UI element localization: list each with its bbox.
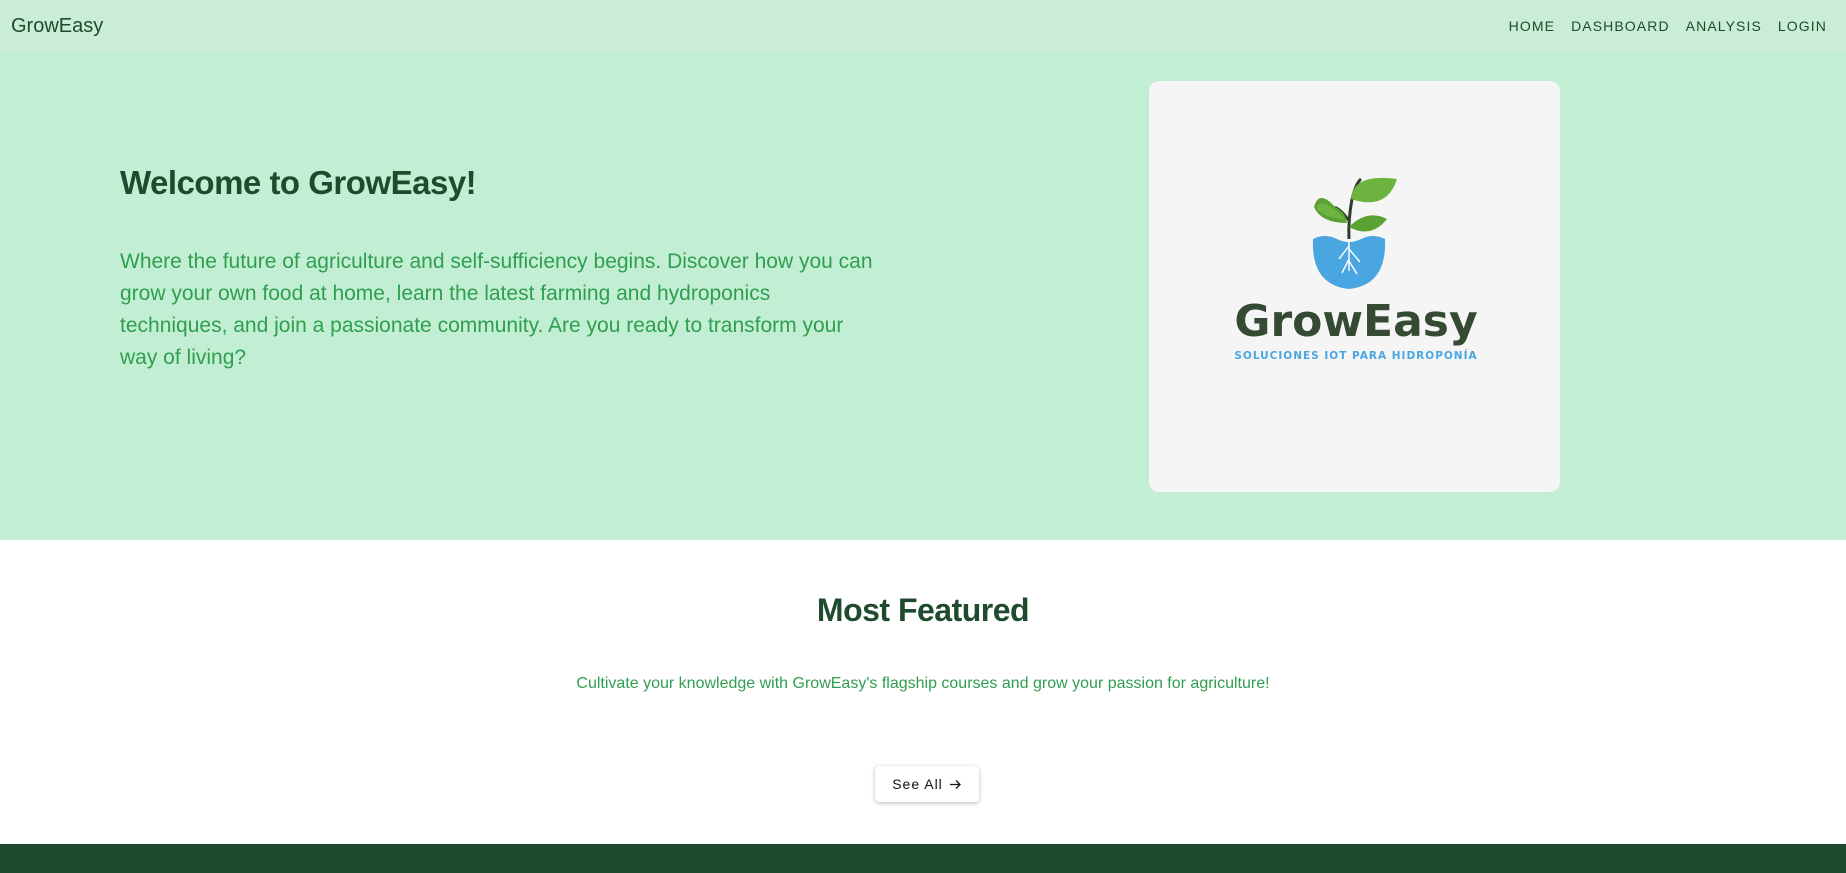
logo-tagline: SOLUCIONES IOT PARA HIDROPONÍA [1234,349,1477,362]
groweasy-logo: GrowEasy SOLUCIONES IOT PARA HIDROPONÍA [1234,177,1478,362]
see-all-button[interactable]: See All [875,766,979,802]
nav-link-analysis[interactable]: ANALYSIS [1678,10,1770,42]
nav-link-home[interactable]: HOME [1501,10,1563,42]
hero-description: Where the future of agriculture and self… [120,250,873,369]
navbar: GrowEasy HOME DASHBOARD ANALYSIS LOGIN [0,0,1846,52]
see-all-label: See All [892,776,943,792]
logo-card: GrowEasy SOLUCIONES IOT PARA HIDROPONÍA [1149,81,1560,492]
nav-link-login[interactable]: LOGIN [1770,10,1835,42]
nav-links: HOME DASHBOARD ANALYSIS LOGIN [1501,10,1835,42]
brand-link[interactable]: GrowEasy [11,15,103,38]
most-featured-section: Most Featured Cultivate your knowledge w… [0,540,1846,844]
footer [0,844,1846,873]
featured-description: Cultivate your knowledge with GrowEasy's… [576,675,1270,692]
nav-link-dashboard[interactable]: DASHBOARD [1563,10,1678,42]
hero-title: Welcome to GrowEasy! [120,164,477,201]
arrow-right-icon [949,779,961,789]
hero-section: Welcome to GrowEasy! Where the future of… [0,52,1846,540]
featured-title: Most Featured [816,592,1030,628]
logo-wordmark: GrowEasy [1234,296,1477,347]
